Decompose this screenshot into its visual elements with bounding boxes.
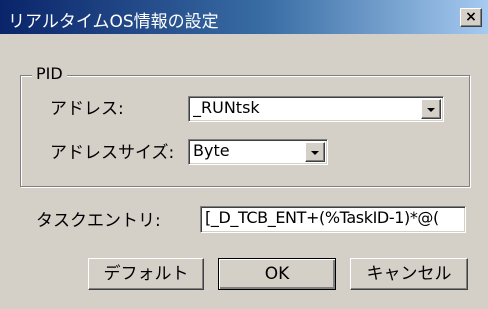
address-size-value: Byte [193,141,230,160]
close-icon: × [465,9,477,25]
title-bar: リアルタイムOS情報の設定 × [0,0,488,34]
cancel-button[interactable]: キャンセル [350,258,468,290]
window-title: リアルタイムOS情報の設定 [8,12,219,32]
ok-button[interactable]: OK [218,258,336,290]
pid-group-label: PID [32,64,67,84]
address-combobox[interactable]: _RUNtsk [188,96,444,122]
close-button[interactable]: × [460,8,482,27]
address-label: アドレス: [50,99,124,119]
address-value: _RUNtsk [193,98,260,117]
address-size-dropdown-button[interactable] [305,142,325,162]
settings-dialog: リアルタイムOS情報の設定 × PID アドレス: _RUNtsk アドレスサイ… [0,0,488,309]
task-entry-value: [_D_TCB_ENT+(%TaskID-1)*@( [205,208,439,227]
default-button[interactable]: デフォルト [88,258,204,290]
address-size-label: アドレスサイズ: [50,143,175,163]
task-entry-input[interactable]: [_D_TCB_ENT+(%TaskID-1)*@( [200,206,466,233]
pid-groupbox [20,75,470,187]
address-dropdown-button[interactable] [421,99,441,119]
address-size-combobox[interactable]: Byte [188,139,328,165]
task-entry-label: タスクエントリ: [36,211,161,231]
